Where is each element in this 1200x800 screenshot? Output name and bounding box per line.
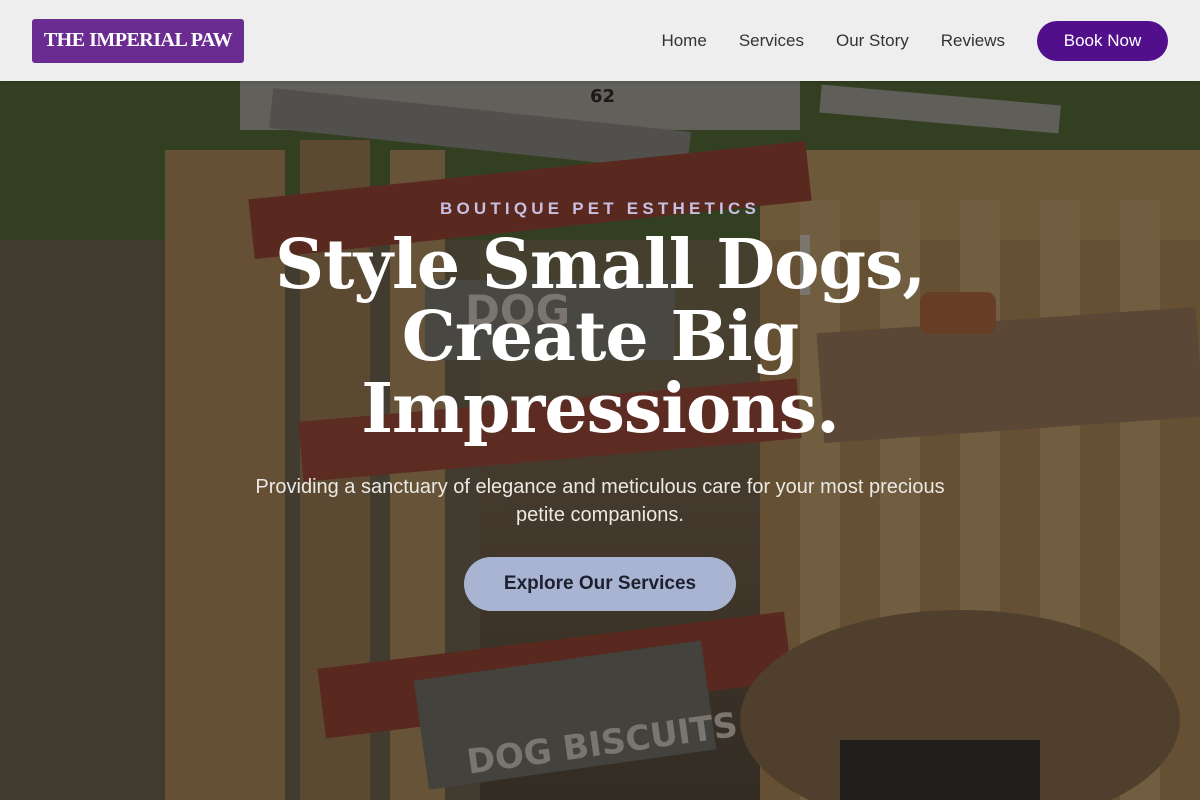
hero-section: BOUTIQUE PET ESTHETICS Style Small Dogs,…: [0, 0, 1200, 800]
hero-eyebrow: BOUTIQUE PET ESTHETICS: [439, 199, 761, 218]
explore-services-button[interactable]: Explore Our Services: [464, 557, 736, 611]
brand-logo[interactable]: THE IMPERIAL PAW: [32, 18, 244, 63]
book-now-button[interactable]: Book Now: [1037, 20, 1168, 61]
top-navbar: THE IMPERIAL PAW Home Services Our Story…: [0, 0, 1200, 81]
hero-subtitle: Providing a sanctuary of elegance and me…: [255, 476, 945, 526]
hero-title: Style Small Dogs, Create Big Impressions…: [274, 225, 926, 449]
nav-link-reviews[interactable]: Reviews: [941, 31, 1005, 51]
main-nav: Home Services Our Story Reviews Book Now: [661, 20, 1168, 61]
nav-link-home[interactable]: Home: [661, 31, 706, 51]
nav-link-services[interactable]: Services: [739, 31, 804, 51]
nav-link-our-story[interactable]: Our Story: [836, 31, 909, 51]
